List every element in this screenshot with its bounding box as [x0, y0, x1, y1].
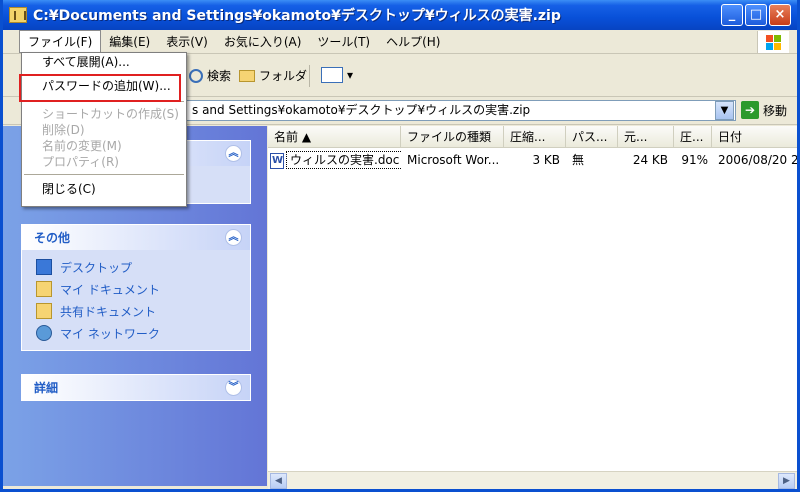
menu-favorites[interactable]: お気に入り(A) — [216, 31, 310, 52]
col-date[interactable]: 日付 — [712, 126, 797, 147]
menu-bar: ファイル(F) 編集(E) 表示(V) お気に入り(A) ツール(T) ヘルプ(… — [3, 30, 797, 54]
menu-edit[interactable]: 編集(E) — [101, 31, 158, 52]
toolbar-separator — [309, 65, 310, 87]
menu-file[interactable]: ファイル(F) — [19, 30, 102, 53]
col-type[interactable]: ファイルの種類 — [401, 126, 504, 147]
details-title: 詳細 — [34, 381, 59, 395]
highlight-annotation — [19, 74, 181, 102]
close-button[interactable]: × — [769, 4, 791, 26]
go-button[interactable]: ➔ 移動 — [741, 101, 787, 119]
explorer-window: C:¥Documents and Settings¥okamoto¥デスクトップ… — [0, 0, 800, 492]
title-bar[interactable]: C:¥Documents and Settings¥okamoto¥デスクトップ… — [3, 0, 797, 30]
window-controls: _ □ × — [721, 4, 791, 26]
network-icon — [36, 325, 52, 341]
go-label: 移動 — [763, 103, 788, 118]
col-size[interactable]: 元... — [618, 126, 674, 147]
file-type: Microsoft Wor... — [407, 153, 500, 167]
go-arrow-icon: ➔ — [741, 101, 759, 119]
menu-create-shortcut: ショートカットの作成(S) — [42, 107, 179, 121]
folders-label: フォルダ — [259, 69, 308, 83]
col-packed[interactable]: 圧縮... — [504, 126, 566, 147]
file-password: 無 — [572, 153, 585, 167]
other-places-header[interactable]: その他 ︽ — [22, 225, 250, 250]
file-name[interactable]: ウィルスの実害.doc — [286, 151, 401, 169]
zip-folder-icon — [9, 7, 27, 23]
link-shared-documents[interactable]: 共有ドキュメント — [36, 300, 250, 322]
folder-icon — [239, 69, 255, 82]
file-size: 24 KB — [632, 153, 668, 167]
horizontal-scrollbar[interactable]: ◀ ▶ — [268, 471, 797, 489]
folders-button[interactable]: フォルダ — [239, 67, 307, 84]
col-name[interactable]: 名前 ▲ — [268, 126, 401, 147]
my-documents-icon — [36, 281, 52, 297]
details-panel: 詳細 ︾ — [21, 374, 251, 401]
address-input[interactable]: s and Settings¥okamoto¥デスクトップ¥ウィルスの実害.zi… — [183, 100, 736, 121]
maximize-button[interactable]: □ — [745, 4, 767, 26]
scroll-left-button[interactable]: ◀ — [270, 473, 287, 489]
menu-view[interactable]: 表示(V) — [158, 31, 216, 52]
file-row[interactable]: ウィルスの実害.doc Microsoft Wor... 3 KB 無 24 K… — [268, 150, 797, 170]
views-dropdown-arrow: ▾ — [347, 68, 354, 82]
shared-documents-icon — [36, 303, 52, 319]
link-desktop[interactable]: デスクトップ — [36, 256, 250, 278]
file-ratio: 91% — [681, 153, 708, 167]
other-places-panel: その他 ︽ デスクトップ マイ ドキュメント 共有ドキュメント マイ ネットワー… — [21, 224, 251, 351]
address-dropdown-button[interactable]: ▼ — [715, 101, 734, 120]
collapse-icon[interactable]: ︽ — [225, 145, 242, 162]
col-ratio[interactable]: 圧... — [674, 126, 712, 147]
views-button[interactable]: ▾ — [321, 67, 353, 83]
minimize-button[interactable]: _ — [721, 4, 743, 26]
link-my-network[interactable]: マイ ネットワーク — [36, 322, 250, 344]
search-label: 検索 — [207, 69, 232, 83]
file-date: 2006/08/20 2 — [718, 153, 797, 167]
menu-close[interactable]: 閉じる(C) — [22, 179, 186, 200]
link-desktop-label: デスクトップ — [60, 260, 133, 275]
link-shared-documents-label: 共有ドキュメント — [60, 304, 157, 319]
desktop-icon — [36, 259, 52, 275]
link-my-network-label: マイ ネットワーク — [60, 326, 160, 341]
search-icon — [189, 68, 203, 83]
column-headers: 名前 ▲ ファイルの種類 圧縮... パス... 元... 圧... 日付 — [268, 126, 797, 148]
menu-separator — [24, 174, 184, 175]
file-list: 名前 ▲ ファイルの種類 圧縮... パス... 元... 圧... 日付 ウィ… — [268, 126, 797, 471]
menu-tools[interactable]: ツール(T) — [309, 31, 378, 52]
views-icon — [321, 67, 343, 83]
link-my-documents[interactable]: マイ ドキュメント — [36, 278, 250, 300]
other-places-title: その他 — [34, 231, 71, 245]
scroll-right-button[interactable]: ▶ — [778, 473, 795, 489]
file-packed: 3 KB — [532, 153, 560, 167]
windows-logo-icon — [757, 31, 789, 53]
menu-delete: 削除(D) — [42, 123, 85, 137]
window-title: C:¥Documents and Settings¥okamoto¥デスクトップ… — [33, 8, 561, 24]
details-header[interactable]: 詳細 ︾ — [22, 375, 250, 400]
other-places-body: デスクトップ マイ ドキュメント 共有ドキュメント マイ ネットワーク — [22, 250, 250, 350]
link-my-documents-label: マイ ドキュメント — [60, 282, 160, 297]
menu-rename: 名前の変更(M) — [42, 139, 122, 153]
expand-icon[interactable]: ︾ — [225, 379, 242, 396]
menu-extract-all[interactable]: すべて展開(A)... — [22, 53, 186, 72]
word-doc-icon — [270, 152, 284, 169]
col-password[interactable]: パス... — [566, 126, 618, 147]
collapse-icon[interactable]: ︽ — [225, 229, 242, 246]
menu-properties: プロパティ(R) — [42, 155, 119, 169]
menu-help[interactable]: ヘルプ(H) — [378, 31, 448, 52]
search-button[interactable]: 検索 — [189, 67, 231, 84]
